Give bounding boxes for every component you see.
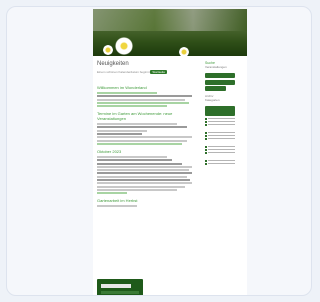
sidebar-list-item[interactable] (205, 137, 235, 140)
website-preview: Neuigkeiten Einem schönen Kalenderdatum … (93, 9, 247, 295)
daisy-icon (179, 47, 189, 56)
sidebar-list-item[interactable] (205, 162, 235, 165)
text-line (97, 98, 185, 101)
text-line (97, 165, 192, 168)
sidebar-button[interactable] (205, 79, 235, 85)
post-heading[interactable]: Gartenarbeit im Herbst (97, 198, 197, 203)
text-line (97, 136, 192, 139)
sidebar-subheading: Veranstaltungen (205, 65, 227, 69)
text-line (97, 185, 185, 188)
footer-widget-divider (101, 291, 139, 294)
page-card: Neuigkeiten Einem schönen Kalenderdatum … (6, 6, 312, 296)
text-line (97, 192, 127, 195)
banner-trees (93, 9, 247, 31)
sidebar-list-item[interactable] (205, 145, 235, 148)
text-line (97, 175, 187, 178)
text-line (97, 101, 189, 104)
text-line (97, 179, 190, 182)
footer-widget[interactable] (97, 279, 143, 295)
sidebar: Suche Veranstaltungen Archiv Kategorien (205, 61, 235, 166)
post-heading[interactable]: Oktober 2023 (97, 149, 197, 154)
sidebar-list-item[interactable] (205, 148, 235, 151)
text-line (97, 162, 182, 165)
text-line (97, 95, 192, 98)
text-line (97, 159, 172, 162)
text-line (97, 188, 177, 191)
text-line (97, 155, 167, 158)
sidebar-search-box[interactable] (205, 73, 235, 78)
subtitle-text: Einem schönen Kalenderdatum beginnt (97, 70, 151, 74)
sidebar-list-item[interactable] (205, 159, 235, 162)
post-heading[interactable]: Termine im Garten am Wochenende: neue Ve… (97, 111, 197, 121)
text-line (97, 142, 182, 145)
text-line (97, 169, 189, 172)
sidebar-list-item[interactable] (205, 117, 235, 120)
sidebar-calendar-box[interactable] (205, 106, 235, 116)
daisy-icon (103, 45, 113, 55)
sidebar-list-item[interactable] (205, 123, 235, 126)
sidebar-list-item[interactable] (205, 131, 235, 134)
text-line (97, 139, 187, 142)
sidebar-list-item[interactable] (205, 134, 235, 137)
text-line (97, 123, 177, 126)
footer-widget-input[interactable] (101, 284, 131, 288)
text-line (97, 105, 167, 108)
sidebar-list-item[interactable] (205, 120, 235, 123)
text-line (97, 92, 157, 94)
sidebar-list-item[interactable] (205, 151, 235, 154)
text-line (97, 133, 142, 136)
sidebar-link-kategorien[interactable]: Kategorien (205, 98, 235, 102)
text-line (97, 129, 147, 132)
subtitle-tag[interactable]: Startseite (150, 70, 168, 74)
daisy-icon (115, 37, 133, 55)
sidebar-button[interactable] (205, 86, 226, 91)
main-column: Willkommen im Wonderland Termine im Gart… (97, 81, 197, 209)
text-line (97, 172, 192, 175)
post-heading[interactable]: Willkommen im Wonderland (97, 85, 197, 90)
text-line (97, 205, 137, 208)
text-line (97, 126, 187, 129)
page-subtitle: Einem schönen Kalenderdatum beginnt Star… (97, 70, 168, 74)
text-line (97, 182, 192, 185)
page-title: Neuigkeiten (97, 61, 129, 67)
header-banner-image (93, 9, 247, 56)
